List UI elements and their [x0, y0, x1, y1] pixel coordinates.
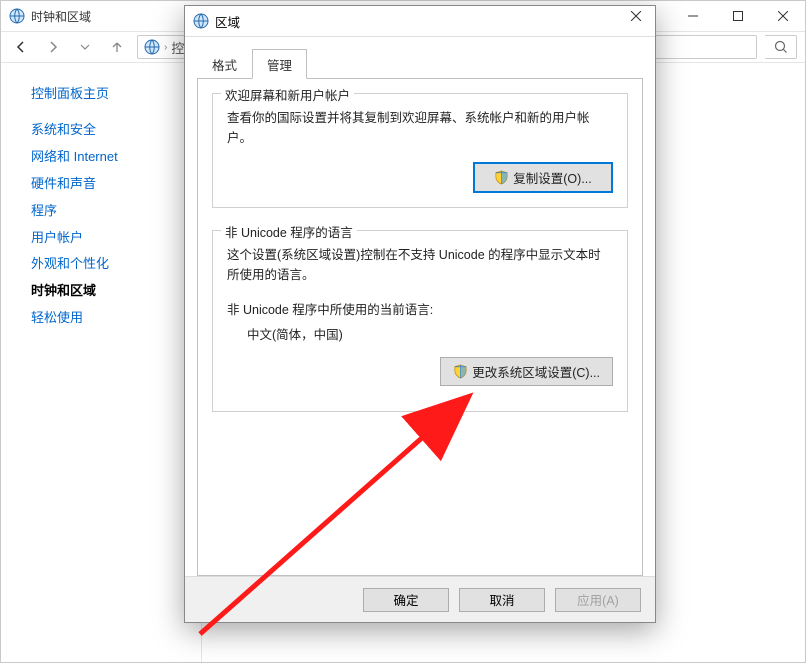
group-description: 这个设置(系统区域设置)控制在不支持 Unicode 的程序中显示文本时所使用的… [227, 245, 613, 285]
button-label: 复制设置(O)... [513, 168, 591, 187]
sidebar-home-link[interactable]: 控制面板主页 [31, 83, 187, 102]
apply-button: 应用(A) [555, 588, 641, 612]
button-label: 更改系统区域设置(C)... [472, 362, 600, 381]
sidebar-item-5[interactable]: 外观和个性化 [31, 256, 187, 273]
sidebar-item-6[interactable]: 时钟和区域 [31, 283, 187, 300]
nav-recent-button[interactable] [73, 35, 97, 59]
sidebar-item-2[interactable]: 硬件和声音 [31, 176, 187, 193]
sidebar-item-0[interactable]: 系统和安全 [31, 122, 187, 139]
sidebar-item-1[interactable]: 网络和 Internet [31, 149, 187, 166]
dialog-footer: 确定 取消 应用(A) [185, 576, 655, 622]
globe-icon [9, 8, 25, 24]
minimize-button[interactable] [670, 1, 715, 31]
nav-up-button[interactable] [105, 35, 129, 59]
group-legend: 非 Unicode 程序的语言 [221, 222, 357, 241]
region-dialog: 区域 格式 管理 欢迎屏幕和新用户帐户 查看你的国际设置并将其复制到欢迎屏幕、系… [184, 5, 656, 623]
group-description: 查看你的国际设置并将其复制到欢迎屏幕、系统帐户和新的用户帐户。 [227, 108, 613, 148]
dialog-close-button[interactable] [605, 11, 649, 31]
change-system-locale-button[interactable]: 更改系统区域设置(C)... [440, 357, 613, 386]
close-button[interactable] [760, 1, 805, 31]
ok-button[interactable]: 确定 [363, 588, 449, 612]
nav-forward-button[interactable] [41, 35, 65, 59]
dialog-titlebar[interactable]: 区域 [185, 6, 655, 37]
dialog-title-text: 区域 [215, 12, 240, 31]
group-legend: 欢迎屏幕和新用户帐户 [221, 85, 354, 104]
globe-icon [193, 13, 209, 29]
cancel-button[interactable]: 取消 [459, 588, 545, 612]
shield-icon [494, 170, 509, 185]
chevron-right-icon: › [164, 42, 167, 53]
sidebar-item-3[interactable]: 程序 [31, 203, 187, 220]
sidebar-item-7[interactable]: 轻松使用 [31, 310, 187, 327]
current-language-label: 非 Unicode 程序中所使用的当前语言: [227, 299, 613, 318]
copy-settings-button[interactable]: 复制设置(O)... [473, 162, 613, 193]
parent-title-text: 时钟和区域 [31, 8, 91, 25]
non-unicode-group: 非 Unicode 程序的语言 这个设置(系统区域设置)控制在不支持 Unico… [212, 230, 628, 412]
sidebar: 控制面板主页 系统和安全网络和 Internet 硬件和声音程序用户帐户外观和个性… [1, 63, 201, 662]
tab-format[interactable]: 格式 [197, 49, 252, 79]
current-language-value: 中文(简体，中国) [247, 324, 613, 343]
search-button[interactable] [765, 35, 797, 59]
maximize-button[interactable] [715, 1, 760, 31]
dialog-content: 欢迎屏幕和新用户帐户 查看你的国际设置并将其复制到欢迎屏幕、系统帐户和新的用户帐… [197, 78, 643, 576]
shield-icon [453, 364, 468, 379]
nav-back-button[interactable] [9, 35, 33, 59]
tab-admin[interactable]: 管理 [252, 49, 307, 79]
tab-bar: 格式 管理 [185, 37, 655, 79]
globe-icon [144, 39, 160, 55]
sidebar-item-4[interactable]: 用户帐户 [31, 230, 187, 247]
welcome-screen-group: 欢迎屏幕和新用户帐户 查看你的国际设置并将其复制到欢迎屏幕、系统帐户和新的用户帐… [212, 93, 628, 208]
